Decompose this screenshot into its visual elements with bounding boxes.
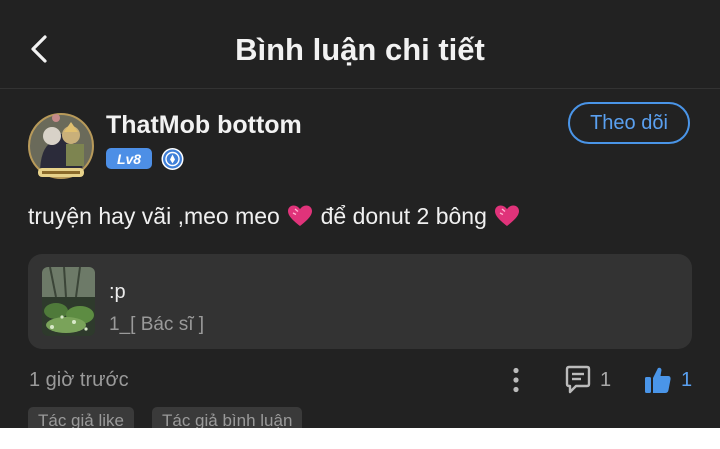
comment-text: truyện hay vãi ,meo meo để donut 2 bông xyxy=(28,203,521,230)
like-count: 1 xyxy=(681,368,693,391)
chapter-card[interactable]: :p 1_[ Bác sĩ ] xyxy=(28,254,692,349)
comment-icon xyxy=(565,365,591,394)
screen: Bình luận chi tiết ThatMob bottom Lv8 Th… xyxy=(0,0,720,428)
tag-author-comment[interactable]: Tác giả bình luận xyxy=(152,407,303,428)
avatar[interactable] xyxy=(26,108,96,182)
reply-count: 1 xyxy=(600,368,612,391)
heart-icon xyxy=(288,205,313,226)
medal-icon xyxy=(161,148,184,170)
tag-author-like[interactable]: Tác giả like xyxy=(28,407,134,428)
timestamp: 1 giờ trước xyxy=(29,369,129,391)
chapter-name: :p xyxy=(109,281,126,303)
follow-button[interactable]: Theo dõi xyxy=(568,102,690,144)
thumbs-up-icon xyxy=(645,367,671,393)
header: Bình luận chi tiết xyxy=(0,0,720,89)
username[interactable]: ThatMob bottom xyxy=(106,111,302,140)
reply-button[interactable]: 1 xyxy=(564,364,611,396)
level-badge: Lv8 xyxy=(106,148,152,169)
more-options-button[interactable] xyxy=(503,365,529,395)
like-button[interactable]: 1 xyxy=(643,364,692,396)
heart-icon xyxy=(495,205,520,226)
chapter-subtitle: 1_[ Bác sĩ ] xyxy=(109,314,205,335)
more-vertical-icon xyxy=(513,367,519,393)
comment-text-part2: để donut 2 bông xyxy=(314,203,494,229)
chapter-thumbnail xyxy=(42,267,95,336)
page-title: Bình luận chi tiết xyxy=(235,32,485,67)
comment-text-part1: truyện hay vãi ,meo meo xyxy=(28,203,287,229)
